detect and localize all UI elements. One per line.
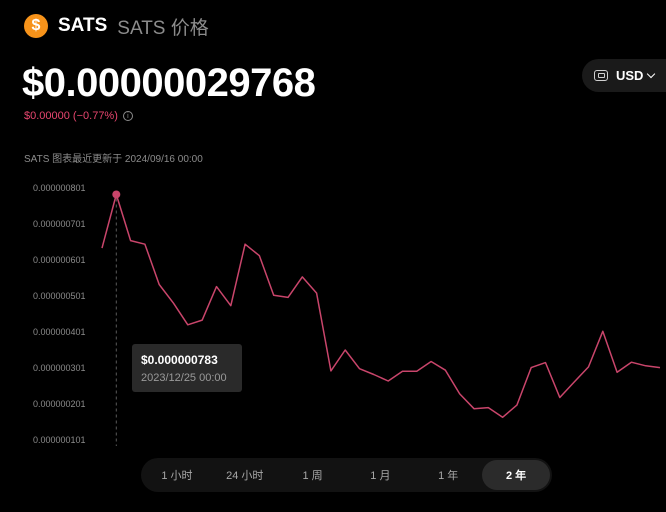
y-tick-label: 0.000000301: [33, 363, 86, 373]
range-tab-1h[interactable]: 1 小时: [143, 460, 211, 490]
time-range-selector: 1 小时 24 小时 1 周 1 月 1 年 2 年: [141, 458, 552, 492]
y-tick-label: 0.000000101: [33, 435, 86, 445]
y-tick-label: 0.000000601: [33, 255, 86, 265]
tooltip-date: 2023/12/25 00:00: [141, 372, 227, 384]
y-tick-label: 0.000000201: [33, 399, 86, 409]
y-tick-label: 0.000000501: [33, 291, 86, 301]
highlighted-point: [112, 190, 121, 199]
range-tab-24h[interactable]: 24 小时: [211, 460, 279, 490]
tooltip-price: $0.000000783: [141, 353, 218, 367]
y-tick-label: 0.000000701: [33, 219, 86, 229]
price-chart[interactable]: 0.000000101 0.000000201 0.000000301 0.00000…: [0, 0, 666, 512]
chart-tooltip: $0.000000783 2023/12/25 00:00: [132, 344, 242, 392]
y-tick-label: 0.000000801: [33, 183, 86, 193]
range-tab-1w[interactable]: 1 周: [279, 460, 347, 490]
range-tab-1y[interactable]: 1 年: [414, 460, 482, 490]
y-tick-label: 0.000000401: [33, 327, 86, 337]
range-tab-2y[interactable]: 2 年: [482, 460, 550, 490]
range-tab-1m[interactable]: 1 月: [346, 460, 414, 490]
